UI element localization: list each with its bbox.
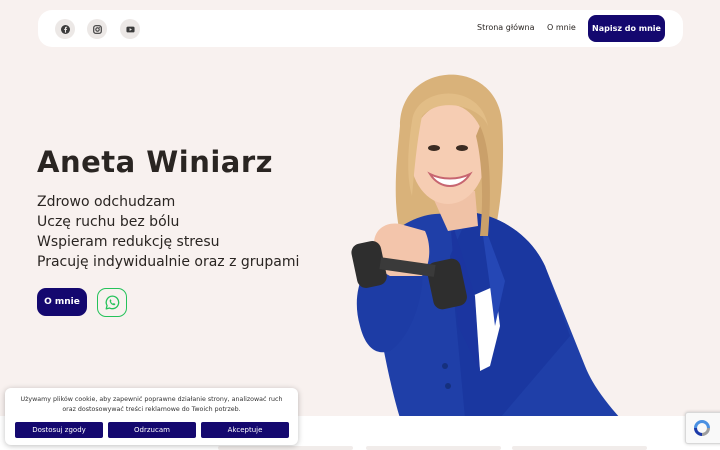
instagram-icon: [92, 24, 102, 34]
cookie-text: Używamy plików cookie, aby zapewnić popr…: [20, 396, 283, 413]
cookie-reject-button[interactable]: Odrzucam: [108, 422, 196, 438]
tagline-1: Zdrowo odchudzam: [37, 194, 176, 210]
top-navbar: Strona główna O mnie Napisz do mnie: [38, 10, 683, 47]
nav-link-home[interactable]: Strona główna: [477, 23, 535, 32]
woman-with-dumbbell-photo: [351, 74, 620, 418]
card-edge: [512, 446, 647, 450]
whatsapp-icon: [105, 295, 119, 310]
whatsapp-button[interactable]: [97, 288, 127, 317]
card-edge: [218, 446, 353, 450]
recaptcha-badge[interactable]: [685, 412, 720, 444]
youtube-icon: [125, 26, 135, 32]
contact-button[interactable]: Napisz do mnie: [588, 15, 665, 42]
nav-link-about[interactable]: O mnie: [547, 23, 576, 32]
facebook-icon: [60, 24, 70, 34]
cookie-accept-button[interactable]: Akceptuje: [201, 422, 289, 438]
tagline-3: Wspieram redukcję stresu: [37, 234, 220, 250]
tagline-4: Pracuję indywidualnie oraz z grupami: [37, 254, 300, 270]
facebook-link[interactable]: [55, 19, 75, 39]
about-button[interactable]: O mnie: [37, 288, 87, 316]
recaptcha-icon: [694, 420, 710, 436]
tagline-2: Uczę ruchu bez bólu: [37, 214, 180, 230]
hero-name: Aneta Winiarz: [37, 145, 274, 179]
instagram-link[interactable]: [87, 19, 107, 39]
cookie-banner: Używamy plików cookie, aby zapewnić popr…: [5, 388, 298, 445]
cookie-customize-button[interactable]: Dostosuj zgody: [15, 422, 103, 438]
card-edge: [366, 446, 501, 450]
youtube-link[interactable]: [120, 19, 140, 39]
